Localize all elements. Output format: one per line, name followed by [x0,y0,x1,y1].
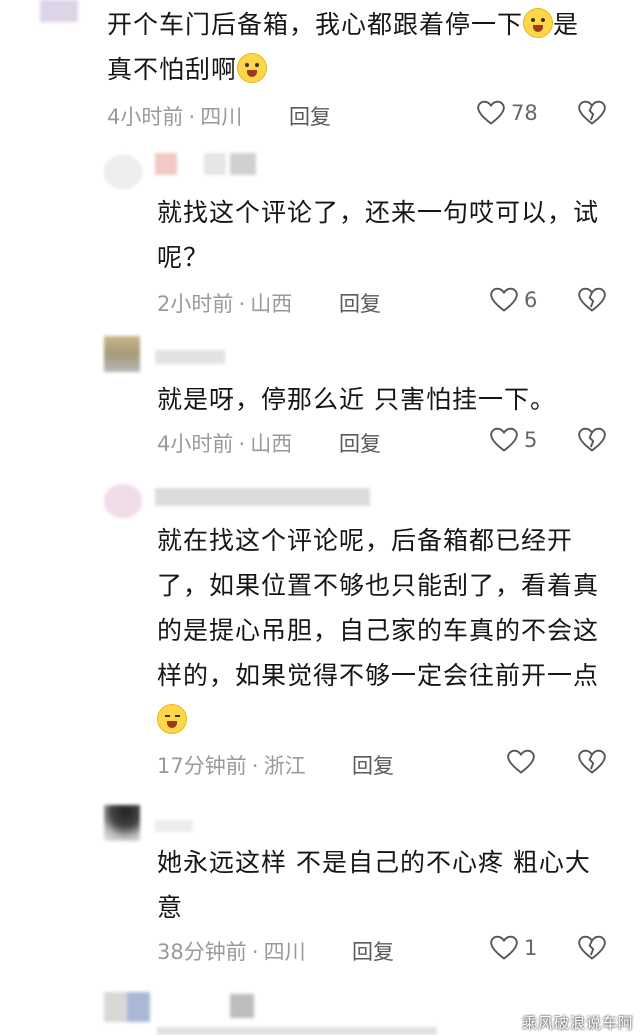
avatar[interactable] [104,805,140,841]
comment-text: 就在找这个评论呢，后备箱都已经开 了，如果位置不够也只能刮了，看着真 的是提心吊… [157,518,627,743]
like-count: 5 [524,428,538,452]
avatar[interactable] [40,0,78,22]
separator: · [251,940,259,964]
comment-time: 17分钟前 [157,754,247,778]
comment-time: 2小时前 [157,292,234,316]
crying-face-icon [237,53,268,83]
crying-face-icon [523,8,554,38]
separator: · [251,754,259,778]
username-blurred [155,350,225,364]
reply-button[interactable]: 回复 [339,288,381,318]
reply-button[interactable]: 回复 [352,750,394,780]
username-blurred [230,153,256,175]
comment-text: 她永远这样 不是自己的不心疼 粗心大 意 [157,840,617,930]
comment-meta: 38分钟前 · 四川 [157,936,306,966]
dislike-broken-heart-icon[interactable] [578,100,606,126]
comment-line: 就是呀，停那么近 只害怕挂一下。 [157,385,556,414]
watermark: 乘风破浪说车阿 [521,1014,634,1032]
like-heart-icon[interactable] [507,749,535,775]
separator: · [238,432,246,456]
comment-location: 山西 [250,292,293,316]
comment-line: 就找这个评论了，还来一句哎可以，试 [157,198,600,227]
reply-button[interactable]: 回复 [339,428,381,458]
comment-line: 就在找这个评论呢，后备箱都已经开 [157,526,574,555]
dislike-broken-heart-icon[interactable] [578,749,606,775]
comment-text: 就找这个评论了，还来一句哎可以，试 呢？ [157,190,617,280]
comment-line: 真不怕刮啊 [107,55,238,84]
comment-location: 浙江 [263,754,306,778]
reply-button[interactable]: 回复 [289,101,331,131]
like-count: 1 [524,936,538,960]
comment-text: 开个车门后备箱，我心都跟着停一下是 真不怕刮啊 [107,2,627,92]
comment-line: 意 [157,893,184,922]
avatar[interactable] [104,155,142,189]
avatar[interactable] [104,484,142,518]
comment-line: 开个车门后备箱，我心都跟着停一下 [107,10,524,39]
username-blurred [155,153,177,175]
username-blurred [230,994,254,1018]
like-heart-icon[interactable] [490,935,518,961]
comment-location: 四川 [200,105,243,129]
comment-meta: 4小时前 · 山西 [157,428,292,458]
username-blurred [204,153,226,175]
dislike-broken-heart-icon[interactable] [578,935,606,961]
avatar[interactable] [104,992,150,1022]
comment-time: 38分钟前 [157,940,247,964]
comment-line: 是 [553,10,580,39]
like-count: 78 [511,101,538,125]
comment-location: 四川 [263,940,306,964]
comment-location: 山西 [250,432,293,456]
like-heart-icon[interactable] [477,100,505,126]
dislike-broken-heart-icon[interactable] [578,287,606,313]
username-blurred [155,820,193,832]
separator: · [238,292,246,316]
comment-line: 了，如果位置不够也只能刮了，看着真 [157,571,600,600]
username-blurred [155,488,370,506]
comment-text: 就是呀，停那么近 只害怕挂一下。 [157,377,617,422]
reply-button[interactable]: 回复 [352,936,394,966]
comment-meta: 17分钟前 · 浙江 [157,750,306,780]
comment-time: 4小时前 [107,105,184,129]
comment-meta: 2小时前 · 山西 [157,288,292,318]
separator: · [188,105,196,129]
comment-line: 呢？ [157,243,210,272]
dislike-broken-heart-icon[interactable] [578,427,606,453]
comment-line: 的是提心吊胆，自己家的车真的不会这 [157,616,600,645]
comment-meta: 4小时前 · 四川 [107,101,242,131]
comment-text-cutoff [157,1027,437,1035]
comment-line: 她永远这样 不是自己的不心疼 粗心大 [157,848,591,877]
laughing-crying-face-icon [157,704,187,734]
comment-line: 样的，如果觉得不够一定会往前开一点 [157,661,600,690]
like-heart-icon[interactable] [490,287,518,313]
like-count: 6 [524,288,538,312]
avatar[interactable] [104,336,140,372]
like-heart-icon[interactable] [490,427,518,453]
comment-time: 4小时前 [157,432,234,456]
